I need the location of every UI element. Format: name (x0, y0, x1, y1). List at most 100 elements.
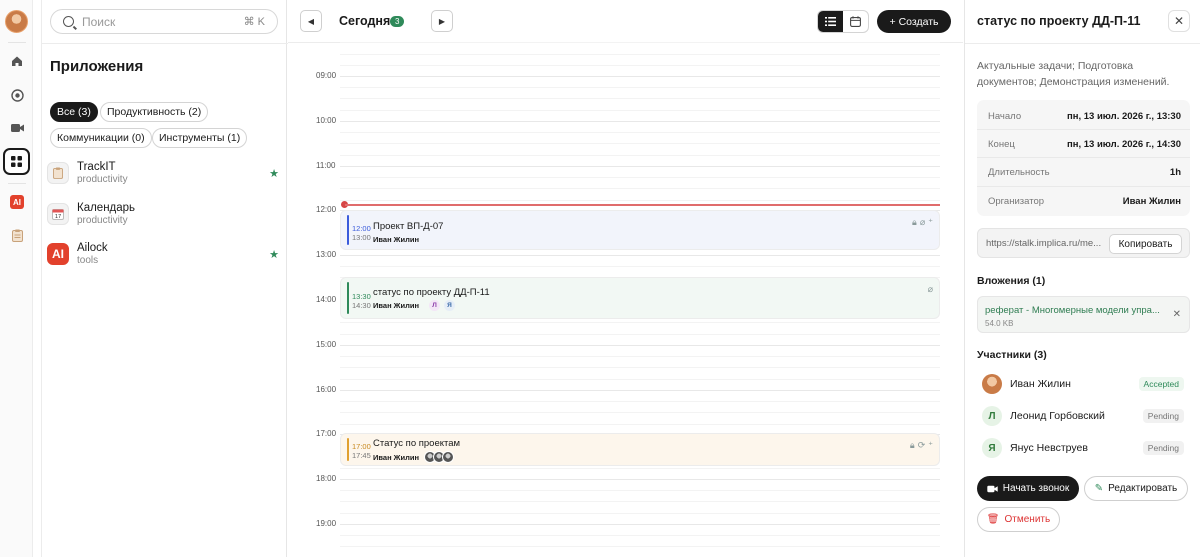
hour-line (340, 121, 940, 122)
attachment-item[interactable]: реферат - Многомерные модели упра... 54.… (977, 296, 1190, 333)
slot-line (340, 379, 940, 380)
star-icon[interactable]: ★ (269, 248, 279, 261)
edit-button[interactable]: ✎ Редактировать (1084, 476, 1188, 501)
event-organizer: Иван Жилин (373, 235, 419, 244)
slot-line (340, 188, 940, 189)
next-day-button[interactable]: ▶ (431, 10, 453, 32)
event-start: 17:00 (352, 442, 371, 451)
ailock-app-icon[interactable]: AI (6, 191, 28, 213)
calendar-view: ◀ Сегодня 3 ▶ + Создать 19:00 18:00 17:00 1… (288, 0, 963, 557)
ai-logo-icon: AI (47, 243, 69, 265)
pencil-icon: ✎ (1094, 483, 1104, 494)
hour-line (340, 479, 940, 480)
home-icon[interactable] (6, 50, 28, 72)
prev-day-button[interactable]: ◀ (300, 10, 322, 32)
event-organizer-row: Иван Жилин Л Я (373, 300, 455, 311)
app-category: tools (77, 255, 99, 266)
participant-row: Я Янус Невструев Pending (982, 437, 1184, 459)
attachments-heading: Вложения (1) (977, 275, 1046, 287)
participant-avatar: Я (443, 300, 455, 311)
star-icon[interactable]: ★ (269, 167, 279, 180)
search-input[interactable]: Поиск ⌘ K (50, 9, 278, 34)
profile-icon[interactable] (6, 84, 28, 106)
filter-communications[interactable]: Коммуникации (0) (50, 128, 152, 148)
event-start: 13:30 (352, 292, 371, 301)
add-person-icon: ⁺ (928, 217, 933, 227)
divider (965, 43, 1200, 44)
hour-line (340, 166, 940, 167)
hour-label: 12:00 (316, 205, 337, 214)
calendar-view-button[interactable] (843, 11, 868, 32)
start-call-label: Начать звонок (1002, 483, 1070, 494)
app-item-ailock[interactable]: AI Ailock tools ★ (47, 237, 279, 271)
app-name: Ailock (77, 242, 108, 254)
info-key: Организатор (988, 195, 1045, 207)
hour-line (340, 255, 940, 256)
app-item-trackit[interactable]: TrackIT productivity ★ (47, 156, 279, 190)
slot-line (340, 65, 940, 66)
participant-row: Л Леонид Горбовский Pending (982, 405, 1184, 427)
repeat-icon: ⟳ (917, 440, 926, 450)
event-details-title: статус по проекту ДД-П-11 (977, 14, 1141, 28)
event-card[interactable]: 12:00 13:00 Проект ВП-Д-07 Иван Жилин 🔒︎… (340, 210, 940, 250)
slot-line (340, 468, 940, 469)
search-icon (63, 16, 74, 27)
status-badge: Pending (1142, 441, 1184, 455)
slot-line (340, 87, 940, 88)
clipboard-icon[interactable] (6, 224, 28, 246)
hour-label: 17:00 (316, 429, 337, 438)
app-item-calendar[interactable]: 17 Календарь productivity (47, 197, 279, 231)
rail-divider (8, 183, 26, 184)
meeting-link[interactable]: https://stalk.implica.ru/me... (986, 238, 1101, 249)
hour-line (340, 524, 940, 525)
event-title: статус по проекту ДД-П-11 (373, 287, 490, 298)
add-person-icon: ⁺ (928, 440, 933, 450)
participant-name: Янус Невструев (1010, 442, 1088, 454)
close-icon: ✕ (1173, 14, 1185, 28)
close-button[interactable]: ✕ (1168, 10, 1190, 32)
attachment-name[interactable]: реферат - Многомерные модели упра... (985, 305, 1160, 316)
slot-line (340, 322, 940, 323)
hour-label: 19:00 (316, 519, 337, 528)
info-row-end: Конец пн, 13 июл. 2026 г., 14:30 (988, 130, 1181, 158)
slot-line (340, 177, 940, 178)
event-times: 17:00 17:45 (352, 442, 371, 460)
video-icon (987, 485, 998, 492)
remove-attachment-icon[interactable]: ✕ (1173, 309, 1181, 320)
event-organizer-row: Иван Жилин (373, 451, 454, 463)
copy-button[interactable]: Копировать (1109, 234, 1182, 254)
video-icon[interactable] (6, 117, 28, 139)
hour-label: 11:00 (316, 161, 336, 170)
start-call-button[interactable]: Начать звонок (977, 476, 1079, 501)
filter-productivity[interactable]: Продуктивность (2) (100, 102, 209, 122)
user-avatar[interactable] (5, 10, 28, 33)
list-view-button[interactable] (818, 11, 843, 32)
hour-label: 13:00 (316, 250, 337, 259)
slot-line (340, 132, 940, 133)
paperclip-icon: ⌀ (927, 284, 933, 294)
event-icons: ⌀ (928, 284, 933, 295)
cancel-event-button[interactable]: 🗑︎ Отменить (977, 507, 1060, 532)
event-color-bar (347, 282, 349, 314)
event-start: 12:00 (352, 224, 371, 233)
avatar (982, 374, 1002, 394)
filter-tools[interactable]: Инструменты (1) (152, 128, 248, 148)
slot-line (340, 98, 940, 99)
event-card[interactable]: 13:30 14:30 статус по проекту ДД-П-11 Ив… (340, 277, 940, 319)
participant-name: Иван Жилин (1010, 378, 1071, 390)
info-key: Длительность (988, 166, 1050, 178)
create-button[interactable]: + Создать (877, 10, 951, 33)
slot-line (340, 266, 940, 267)
filter-all[interactable]: Все (3) (50, 102, 98, 122)
hour-line (340, 345, 940, 346)
slot-line (340, 490, 940, 491)
participants-heading: Участники (3) (977, 349, 1047, 361)
participant-avatar: Л (428, 300, 440, 311)
lock-icon: 🔒︎ (909, 440, 915, 450)
event-end: 14:30 (352, 301, 371, 310)
day-label: Сегодня (339, 14, 391, 28)
event-card[interactable]: 17:00 17:45 Статус по проектам Иван Жили… (340, 433, 940, 466)
apps-grid-icon[interactable] (3, 148, 30, 175)
nav-rail: AI (0, 0, 33, 557)
event-organizer: Иван Жилин (373, 301, 419, 310)
